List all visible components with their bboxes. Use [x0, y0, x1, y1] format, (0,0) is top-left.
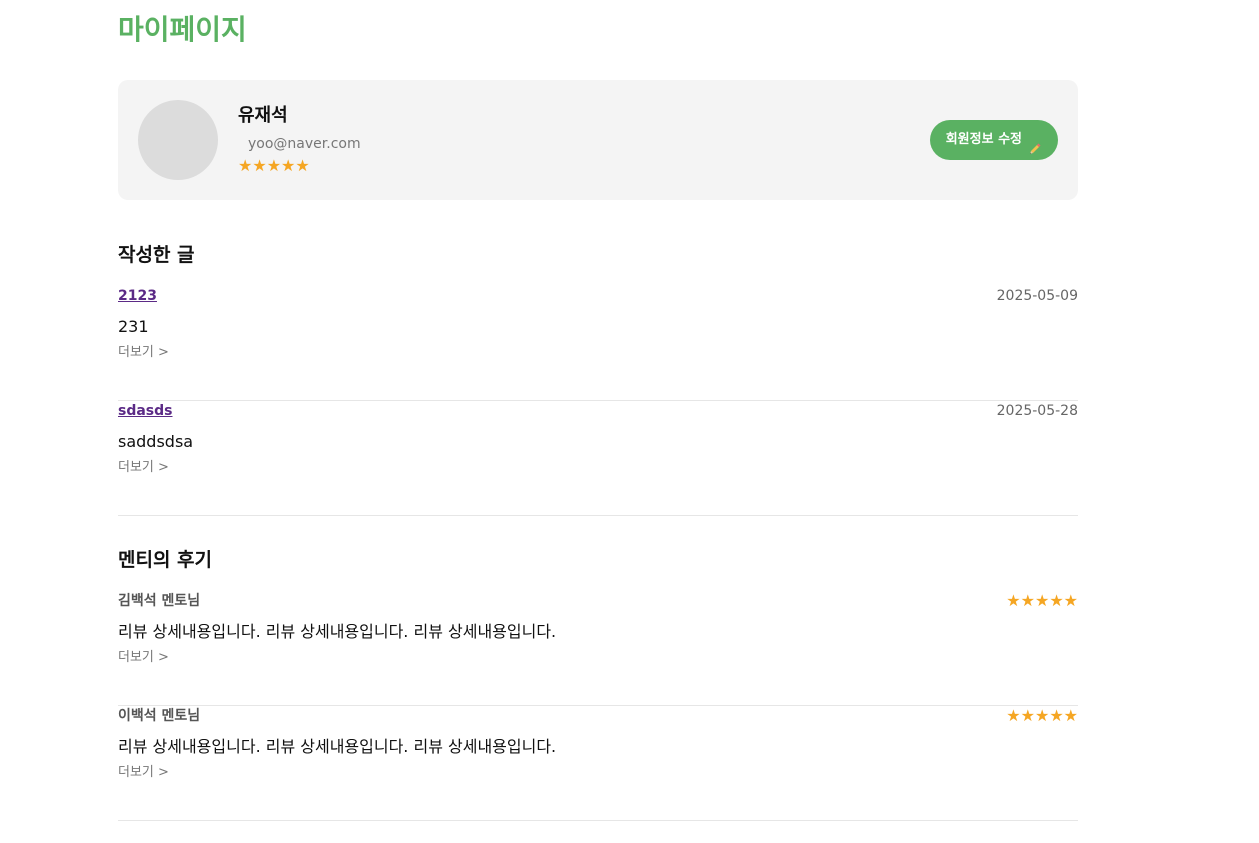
posts-section-title: 작성한 글 [118, 244, 195, 266]
profile-name: 유재석 [238, 105, 288, 126]
review-body: 리뷰 상세내용입니다. 리뷰 상세내용입니다. 리뷰 상세내용입니다. [118, 622, 557, 641]
profile-email: yoo@naver.com [248, 136, 361, 152]
post-more-link[interactable]: 더보기 > [118, 459, 169, 477]
review-more-link[interactable]: 더보기 > [118, 764, 169, 782]
pencil-icon [1028, 133, 1042, 154]
page-title: 마이페이지 [118, 13, 247, 46]
post-item: sdasds 2025-05-28 saddsdsa 더보기 > [118, 401, 1078, 516]
review-body: 리뷰 상세내용입니다. 리뷰 상세내용입니다. 리뷰 상세내용입니다. [118, 737, 557, 756]
review-item: 김백석 멘토님 ★★★★★ 리뷰 상세내용입니다. 리뷰 상세내용입니다. 리뷰… [118, 591, 1078, 706]
post-title-link[interactable]: 2123 [118, 286, 157, 306]
post-body: saddsdsa [118, 432, 194, 451]
review-rating-stars: ★★★★★ [1006, 591, 1078, 610]
reviews-section-title: 멘티의 후기 [118, 549, 213, 571]
profile-rating-stars: ★★★★★ [238, 156, 310, 175]
post-date: 2025-05-28 [996, 403, 1078, 419]
review-author: 이백석 멘토님 [118, 708, 201, 724]
profile-card: 유재석 yoo@naver.com ★★★★★ 회원정보 수정 [118, 80, 1078, 200]
post-more-link[interactable]: 더보기 > [118, 344, 169, 362]
review-rating-stars: ★★★★★ [1006, 706, 1078, 725]
review-more-link[interactable]: 더보기 > [118, 649, 169, 667]
post-item: 2123 2025-05-09 231 더보기 > [118, 286, 1078, 401]
review-author: 김백석 멘토님 [118, 593, 201, 609]
post-date: 2025-05-09 [996, 288, 1078, 304]
avatar [138, 100, 218, 180]
edit-profile-label: 회원정보 수정 [945, 132, 1022, 147]
post-title-link[interactable]: sdasds [118, 401, 173, 421]
review-item: 이백석 멘토님 ★★★★★ 리뷰 상세내용입니다. 리뷰 상세내용입니다. 리뷰… [118, 706, 1078, 821]
post-body: 231 [118, 317, 149, 336]
edit-profile-button[interactable]: 회원정보 수정 [929, 120, 1058, 160]
